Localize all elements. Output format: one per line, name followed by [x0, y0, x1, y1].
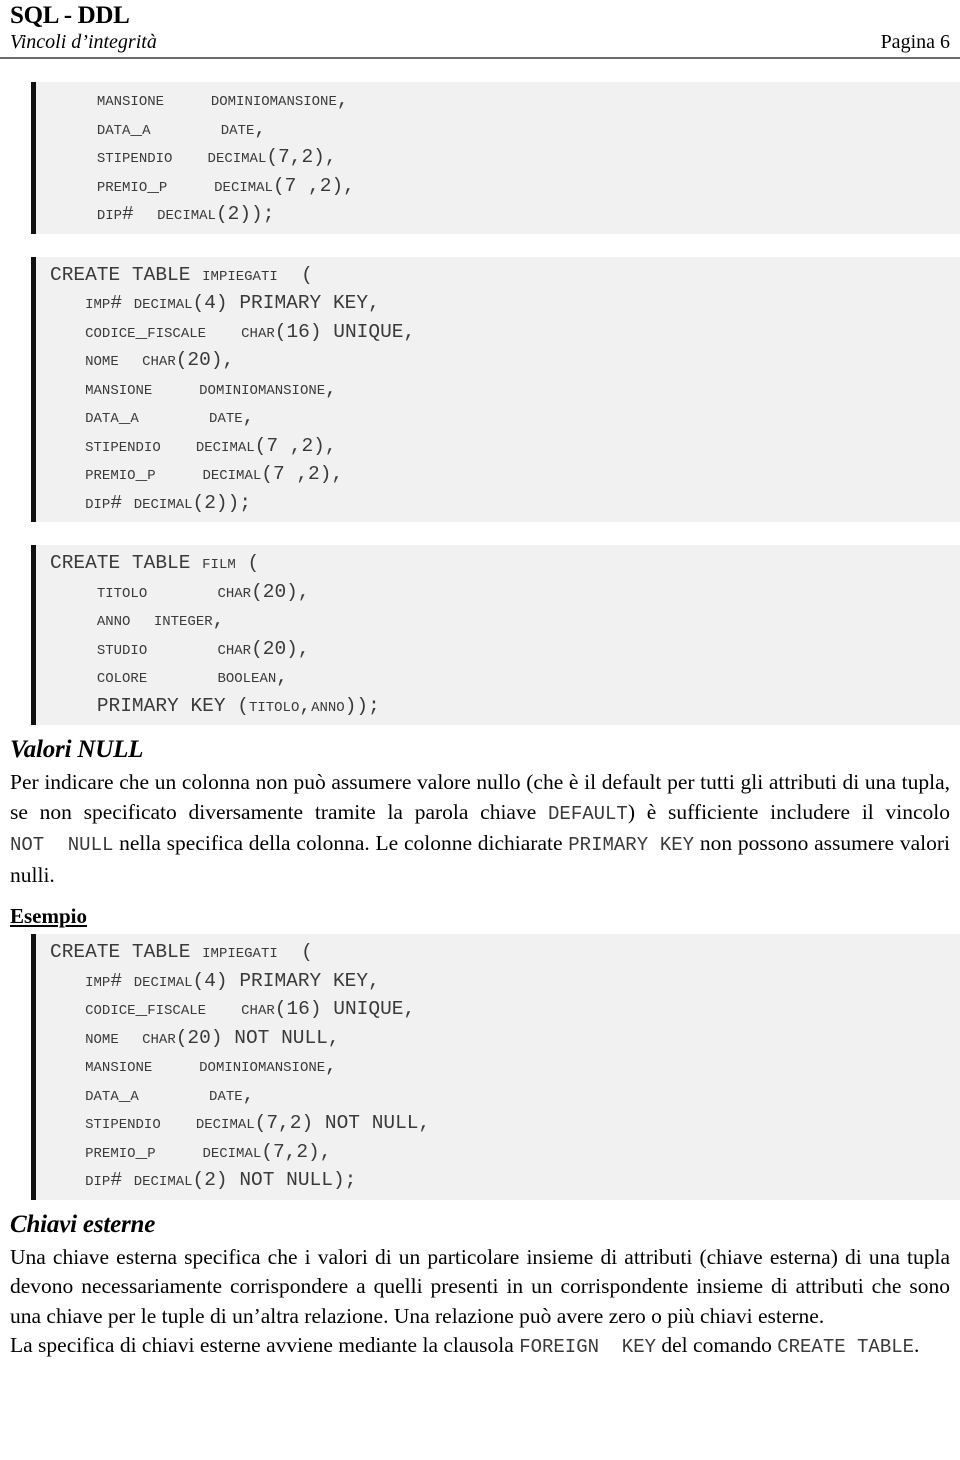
paragraph-text-part: .	[914, 1333, 920, 1357]
code-block-create-table-impiegati: CREATE TABLE impiegati ( imp# decimal(4)…	[31, 256, 960, 522]
paragraph-text-part: ) è sufficiente includere il vincolo	[627, 799, 950, 824]
inline-code-not-null: NOT NULL	[10, 834, 114, 856]
paragraph-text-part: del comando	[656, 1333, 778, 1357]
header-subtitle-row: Vincoli d’integrità Pagina 6	[10, 31, 950, 54]
page-number-label: Pagina 6	[880, 31, 950, 53]
code-block-create-table-impiegati-not-null: CREATE TABLE impiegati ( imp# decimal(4)…	[31, 934, 960, 1200]
inline-code-default: DEFAULT	[548, 802, 628, 825]
page-header: SQL - DDL Vincoli d’integrità Pagina 6	[0, 0, 960, 59]
section-heading-esempio: Esempio	[10, 904, 88, 928]
inline-code-primary-key: PRIMARY KEY	[568, 834, 695, 856]
document-title: SQL - DDL	[10, 2, 130, 29]
code-block-impiegati-continuation: mansione dominiomansione, data_a date, s…	[31, 82, 960, 234]
inline-code-create-table: CREATE TABLE	[777, 1336, 915, 1358]
section-heading-valori-null: Valori NULL	[10, 736, 144, 763]
paragraph-text-part: La specifica di chiavi esterne avviene m…	[10, 1333, 520, 1357]
paragraph-chiavi-esterne-2: La specifica di chiavi esterne avviene m…	[10, 1331, 950, 1363]
code-block-create-table-film: CREATE TABLE film ( titolo char(20), ann…	[31, 545, 960, 725]
section-heading-chiavi-esterne: Chiavi esterne	[10, 1210, 156, 1238]
paragraph-text-part: nella specifica della colonna. Le colonn…	[113, 831, 569, 855]
inline-code-foreign-key: FOREIGN KEY	[519, 1336, 657, 1358]
page-content: mansione dominiomansione, data_a date, s…	[0, 59, 960, 1363]
esempio-heading-wrap: Esempio	[10, 890, 950, 934]
document-subtitle: Vincoli d’integrità	[10, 31, 157, 53]
paragraph-chiavi-esterne-1: Una chiave esterna specifica che i valor…	[10, 1244, 950, 1328]
paragraph-valori-null: Per indicare che un colonna non può assu…	[10, 768, 950, 890]
